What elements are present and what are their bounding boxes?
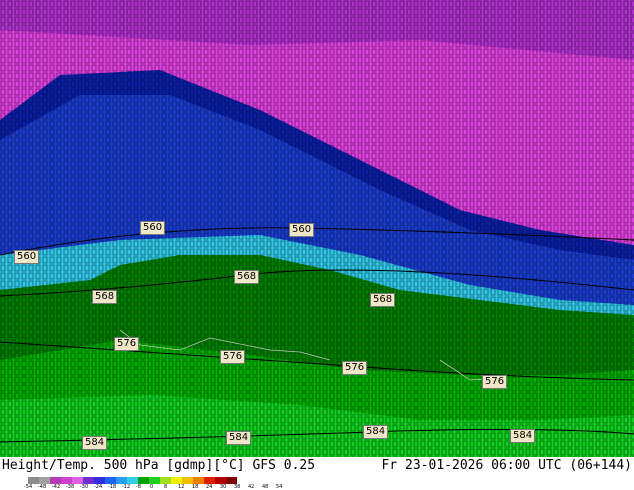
- contour-label: 568: [92, 290, 118, 304]
- color-scale-tick-label: -8: [136, 484, 141, 490]
- color-scale-tick-label: 42: [248, 484, 255, 490]
- color-scale-swatch: [61, 477, 72, 484]
- color-scale-tick-label: 12: [178, 484, 185, 490]
- contour-label: 568: [234, 270, 260, 284]
- color-scale-tick-label: 24: [206, 484, 213, 490]
- color-scale-tick-label: 18: [192, 484, 199, 490]
- color-scale-tick-label: 38: [234, 484, 241, 490]
- color-scale-tick-label: 0: [150, 484, 154, 490]
- forecast-time: Fr 23-01-2026 06:00 UTC (06+144): [381, 458, 632, 473]
- map-canvas: [0, 0, 634, 457]
- color-scale-swatch: [138, 477, 149, 484]
- color-scale-swatch: [94, 477, 105, 484]
- contour-label: 584: [226, 431, 252, 445]
- color-scale-swatch: [50, 477, 61, 484]
- map-footer: Height/Temp. 500 hPa [gdmp][°C] GFS 0.25…: [0, 457, 634, 490]
- contour-label: 584: [363, 425, 389, 439]
- contour-label: 576: [220, 350, 246, 364]
- color-scale-tick-label: -38: [66, 484, 75, 490]
- color-scale-swatch: [72, 477, 83, 484]
- color-scale-tick-label: -54: [24, 484, 33, 490]
- contour-label: 560: [14, 250, 40, 264]
- color-scale-tick-label: 30: [220, 484, 227, 490]
- color-scale-swatch: [171, 477, 182, 484]
- contour-label: 576: [114, 337, 140, 351]
- color-scale-swatch: [116, 477, 127, 484]
- color-scale-swatch: [83, 477, 94, 484]
- contour-label: 576: [482, 375, 508, 389]
- color-scale-swatch: [193, 477, 204, 484]
- color-scale-swatch: [149, 477, 160, 484]
- color-scale-tick-label: 8: [164, 484, 168, 490]
- color-scale-tick-label: -48: [38, 484, 47, 490]
- color-scale-tick-label: 54: [276, 484, 283, 490]
- color-scale-tick-label: -24: [94, 484, 103, 490]
- contour-label: 568: [370, 293, 396, 307]
- contour-label: 584: [510, 429, 536, 443]
- color-scale-swatch: [215, 477, 226, 484]
- color-scale-tick-label: -42: [52, 484, 61, 490]
- color-scale-tick-label: 48: [262, 484, 269, 490]
- color-scale-swatch: [226, 477, 237, 484]
- color-scale-swatch: [182, 477, 193, 484]
- color-scale-swatch: [127, 477, 138, 484]
- color-scale-swatch: [204, 477, 215, 484]
- color-scale-tick-label: -12: [122, 484, 131, 490]
- color-scale-swatch: [160, 477, 171, 484]
- color-scale-swatch: [105, 477, 116, 484]
- contour-label: 576: [342, 361, 368, 375]
- weather-map: 560 560 560 568 568 568 576 576 576 576 …: [0, 0, 634, 457]
- color-scale-bar: [28, 477, 237, 484]
- contour-label: 560: [289, 223, 315, 237]
- map-title: Height/Temp. 500 hPa [gdmp][°C] GFS 0.25: [2, 458, 316, 473]
- color-scale-swatch: [28, 477, 39, 484]
- contour-label: 560: [140, 221, 166, 235]
- color-scale-tick-label: -30: [80, 484, 89, 490]
- color-scale-swatch: [39, 477, 50, 484]
- contour-label: 584: [82, 436, 108, 450]
- color-scale-tick-label: -18: [108, 484, 117, 490]
